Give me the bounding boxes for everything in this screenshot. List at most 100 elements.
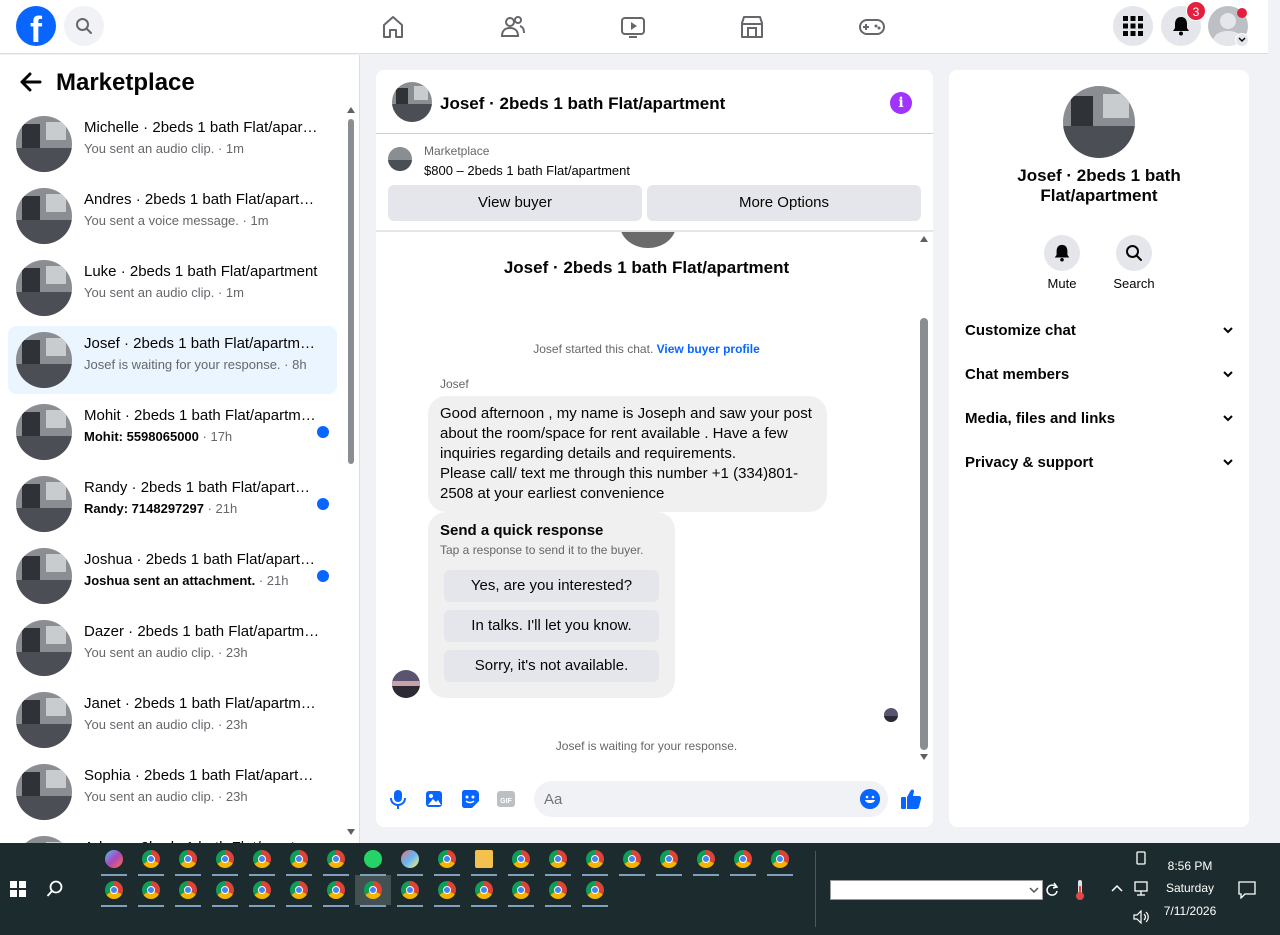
account-menu-chevron[interactable] bbox=[1235, 33, 1249, 47]
chrome-taskbar-icon[interactable] bbox=[512, 850, 530, 868]
conversation-item[interactable]: Andres · 2beds 1 bath Flat/apartment You … bbox=[8, 182, 337, 250]
customize-chat-section[interactable]: Customize chat bbox=[965, 322, 1233, 346]
taskbar-address-combo[interactable] bbox=[830, 880, 1043, 900]
chrome-taskbar-icon[interactable] bbox=[586, 850, 604, 868]
clock-time[interactable]: 8:56 PM bbox=[1155, 859, 1225, 873]
chrome-taskbar-icon[interactable] bbox=[142, 881, 160, 899]
scroll-up-arrow-icon[interactable] bbox=[347, 107, 355, 113]
chrome-taskbar-icon[interactable] bbox=[290, 850, 308, 868]
thumbs-up-icon[interactable] bbox=[899, 787, 923, 811]
folder-taskbar-icon[interactable] bbox=[475, 850, 493, 868]
taskbar-search-icon[interactable] bbox=[46, 880, 64, 898]
windows-start-icon[interactable] bbox=[10, 881, 26, 897]
device-icon[interactable] bbox=[1134, 851, 1148, 865]
scroll-up-arrow-icon[interactable] bbox=[920, 236, 928, 242]
paint-taskbar-icon[interactable] bbox=[401, 850, 419, 868]
home-icon[interactable] bbox=[380, 14, 406, 40]
chrome-taskbar-icon[interactable] bbox=[327, 881, 345, 899]
more-options-button[interactable]: More Options bbox=[647, 185, 921, 221]
chrome-taskbar-icon[interactable] bbox=[142, 850, 160, 868]
conversation-item[interactable]: Janet · 2beds 1 bath Flat/apartment You s… bbox=[8, 686, 337, 754]
buyer-profile-avatar[interactable] bbox=[620, 232, 676, 248]
conversation-item[interactable]: Dazer · 2beds 1 bath Flat/apartment You s… bbox=[8, 614, 337, 682]
chrome-taskbar-icon[interactable] bbox=[475, 881, 493, 899]
notifications-center-icon[interactable] bbox=[1238, 881, 1256, 899]
chrome-taskbar-icon[interactable] bbox=[216, 850, 234, 868]
chat-scrollbar-thumb[interactable] bbox=[920, 318, 928, 750]
chrome-taskbar-icon[interactable] bbox=[549, 850, 567, 868]
sticker-icon[interactable] bbox=[459, 788, 481, 810]
chrome-taskbar-icon[interactable] bbox=[771, 850, 789, 868]
photo-icon[interactable] bbox=[423, 788, 445, 810]
listing-price-title[interactable]: $800 – 2beds 1 bath Flat/apartment bbox=[424, 163, 630, 178]
chrome-taskbar-icon[interactable] bbox=[327, 850, 345, 868]
quick-reply-button[interactable]: Sorry, it's not available. bbox=[444, 650, 659, 682]
sender-avatar[interactable] bbox=[392, 670, 420, 698]
conversation-item[interactable]: Michelle · 2beds 1 bath Flat/apartment Yo… bbox=[8, 110, 337, 178]
clock-day[interactable]: Saturday bbox=[1155, 881, 1225, 895]
chrome-taskbar-icon[interactable] bbox=[697, 850, 715, 868]
page-scrollbar[interactable] bbox=[1268, 0, 1280, 843]
chrome-taskbar-icon[interactable] bbox=[512, 881, 530, 899]
marketplace-icon[interactable] bbox=[739, 14, 765, 40]
search-button[interactable] bbox=[64, 6, 104, 46]
chrome-taskbar-icon[interactable] bbox=[401, 881, 419, 899]
chrome-taskbar-icon[interactable] bbox=[216, 881, 234, 899]
contact-avatar[interactable] bbox=[1063, 86, 1135, 158]
chrome-taskbar-icon[interactable] bbox=[253, 881, 271, 899]
scroll-down-arrow-icon[interactable] bbox=[347, 829, 355, 835]
chrome-taskbar-icon[interactable] bbox=[105, 881, 123, 899]
info-icon[interactable]: i bbox=[890, 92, 912, 114]
chrome-taskbar-icon[interactable] bbox=[179, 850, 197, 868]
chrome-taskbar-icon[interactable] bbox=[179, 881, 197, 899]
search-in-chat-button[interactable] bbox=[1116, 235, 1152, 271]
chrome-taskbar-icon[interactable] bbox=[549, 881, 567, 899]
view-buyer-profile-link[interactable]: View buyer profile bbox=[657, 342, 760, 356]
chrome-taskbar-icon[interactable] bbox=[623, 850, 641, 868]
sidebar-scrollbar-thumb[interactable] bbox=[348, 119, 354, 464]
friends-icon[interactable] bbox=[500, 14, 526, 40]
chat-title[interactable]: Josef · 2beds 1 bath Flat/apartment bbox=[440, 94, 725, 114]
message-input[interactable] bbox=[544, 781, 844, 817]
chat-scrollbar[interactable] bbox=[917, 232, 931, 772]
conversation-item[interactable]: Adnan · 2beds 1 bath Flat/apartment bbox=[8, 830, 337, 843]
gif-icon[interactable]: GIF bbox=[495, 788, 517, 810]
chrome-taskbar-icon[interactable] bbox=[253, 850, 271, 868]
watch-icon[interactable] bbox=[620, 14, 646, 40]
conversation-item[interactable]: Luke · 2beds 1 bath Flat/apartment You se… bbox=[8, 254, 337, 322]
media-files-links-section[interactable]: Media, files and links bbox=[965, 410, 1233, 434]
chrome-taskbar-icon[interactable] bbox=[586, 881, 604, 899]
quick-reply-button[interactable]: In talks. I'll let you know. bbox=[444, 610, 659, 642]
emoji-icon[interactable] bbox=[860, 789, 880, 809]
chrome-taskbar-icon[interactable] bbox=[438, 881, 456, 899]
sidebar-scrollbar[interactable] bbox=[346, 105, 356, 835]
network-icon[interactable] bbox=[1134, 881, 1152, 897]
conversation-item[interactable]: Mohit · 2beds 1 bath Flat/apartment Mohit… bbox=[8, 398, 337, 466]
whatsapp-taskbar-icon[interactable] bbox=[364, 850, 382, 868]
clock-date[interactable]: 7/11/2026 bbox=[1155, 904, 1225, 918]
scroll-down-arrow-icon[interactable] bbox=[920, 754, 928, 760]
conversation-item[interactable]: Josef · 2beds 1 bath Flat/apartment Josef… bbox=[8, 326, 337, 394]
refresh-icon[interactable] bbox=[1045, 882, 1059, 898]
microphone-icon[interactable] bbox=[387, 788, 409, 810]
menu-button[interactable] bbox=[1113, 6, 1153, 46]
gaming-icon[interactable] bbox=[859, 14, 885, 40]
chat-members-section[interactable]: Chat members bbox=[965, 366, 1233, 390]
copilot-taskbar-icon[interactable] bbox=[105, 850, 123, 868]
conversation-item[interactable]: Joshua · 2beds 1 bath Flat/apartment Josh… bbox=[8, 542, 337, 610]
chrome-taskbar-icon[interactable] bbox=[660, 850, 678, 868]
quick-reply-button[interactable]: Yes, are you interested? bbox=[444, 570, 659, 602]
facebook-logo[interactable]: f bbox=[16, 6, 56, 46]
show-hidden-icons-chevron-icon[interactable] bbox=[1111, 884, 1123, 892]
conversation-item[interactable]: Sophia · 2beds 1 bath Flat/apartment You … bbox=[8, 758, 337, 826]
conversation-item[interactable]: Randy · 2beds 1 bath Flat/apartment Randy… bbox=[8, 470, 337, 538]
view-buyer-button[interactable]: View buyer bbox=[388, 185, 642, 221]
chrome-taskbar-icon[interactable] bbox=[364, 881, 382, 899]
mute-button[interactable] bbox=[1044, 235, 1080, 271]
back-arrow-icon[interactable] bbox=[20, 72, 42, 92]
privacy-support-section[interactable]: Privacy & support bbox=[965, 454, 1233, 478]
chrome-taskbar-icon[interactable] bbox=[438, 850, 456, 868]
chat-avatar[interactable] bbox=[392, 82, 432, 122]
chrome-taskbar-icon[interactable] bbox=[734, 850, 752, 868]
incoming-message-bubble[interactable]: Good afternoon , my name is Joseph and s… bbox=[428, 396, 827, 512]
